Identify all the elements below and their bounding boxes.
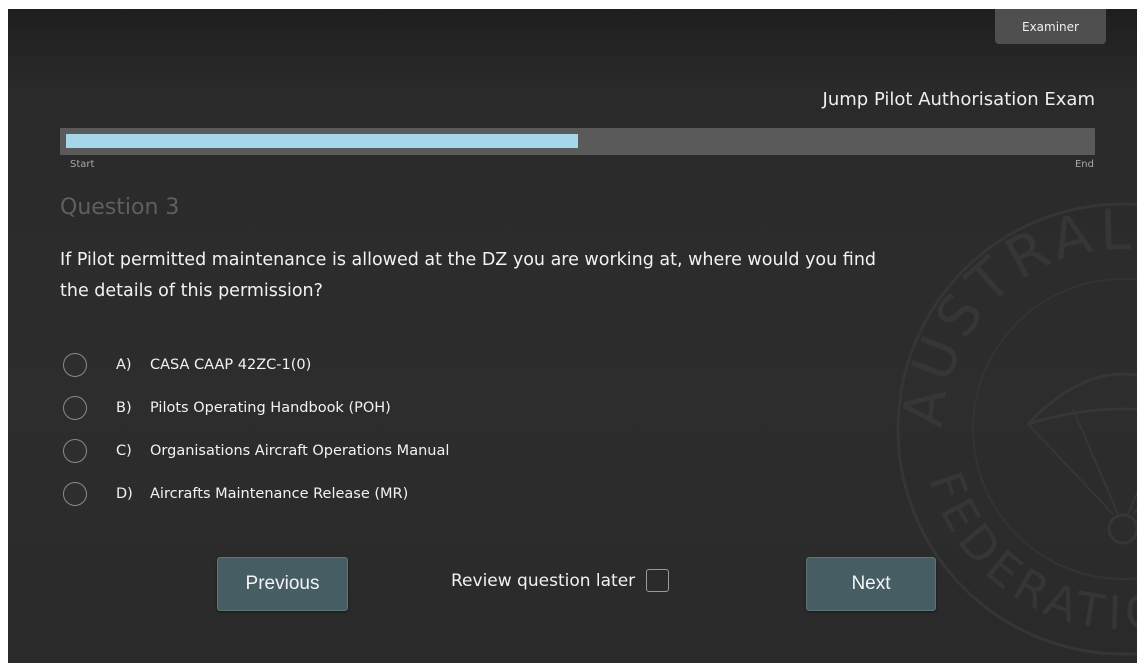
option-text: Aircrafts Maintenance Release (MR) <box>150 485 409 502</box>
answer-option-b[interactable]: B) Pilots Operating Handbook (POH) <box>63 386 449 429</box>
answer-options: A) CASA CAAP 42ZC-1(0) B) Pilots Operati… <box>63 343 449 515</box>
option-text: CASA CAAP 42ZC-1(0) <box>150 356 312 373</box>
progress-bar-fill <box>66 134 578 148</box>
option-text: Pilots Operating Handbook (POH) <box>150 399 391 416</box>
seal-bottom-text: FEDERATION <box>918 465 1137 641</box>
option-text: Organisations Aircraft Operations Manual <box>150 442 450 459</box>
answer-option-a[interactable]: A) CASA CAAP 42ZC-1(0) <box>63 343 449 386</box>
next-button[interactable]: Next <box>806 557 936 611</box>
option-letter: A) <box>116 356 132 373</box>
answer-option-d[interactable]: D) Aircrafts Maintenance Release (MR) <box>63 472 449 515</box>
svg-text:AUSTRALIAN: AUSTRALIAN <box>891 198 1137 431</box>
exam-title: Jump Pilot Authorisation Exam <box>822 89 1095 110</box>
option-letter: B) <box>116 399 132 416</box>
previous-button[interactable]: Previous <box>217 557 348 611</box>
review-later-toggle[interactable]: Review question later <box>451 569 670 592</box>
option-letter: D) <box>116 485 133 502</box>
radio-button[interactable] <box>63 352 87 377</box>
progress-end-label: End <box>1074 159 1094 170</box>
question-text: If Pilot permitted maintenance is allowe… <box>60 250 877 301</box>
option-letter: C) <box>116 442 132 459</box>
exam-window: AUSTRALIAN FEDERATION Examiner Jump Pilo… <box>8 9 1137 663</box>
seal-top-text: AUSTRALIAN <box>891 198 1137 431</box>
radio-button[interactable] <box>63 395 87 420</box>
radio-button[interactable] <box>63 438 87 463</box>
answer-option-c[interactable]: C) Organisations Aircraft Operations Man… <box>63 429 449 472</box>
radio-button[interactable] <box>63 481 87 506</box>
svg-text:FEDERATION: FEDERATION <box>918 465 1137 641</box>
progress-start-label: Start <box>70 159 95 170</box>
review-later-checkbox[interactable] <box>646 569 670 592</box>
progress-bar <box>60 128 1095 155</box>
review-later-label: Review question later <box>451 570 636 591</box>
question-number: Question 3 <box>60 195 180 220</box>
examiner-button[interactable]: Examiner <box>995 9 1106 44</box>
